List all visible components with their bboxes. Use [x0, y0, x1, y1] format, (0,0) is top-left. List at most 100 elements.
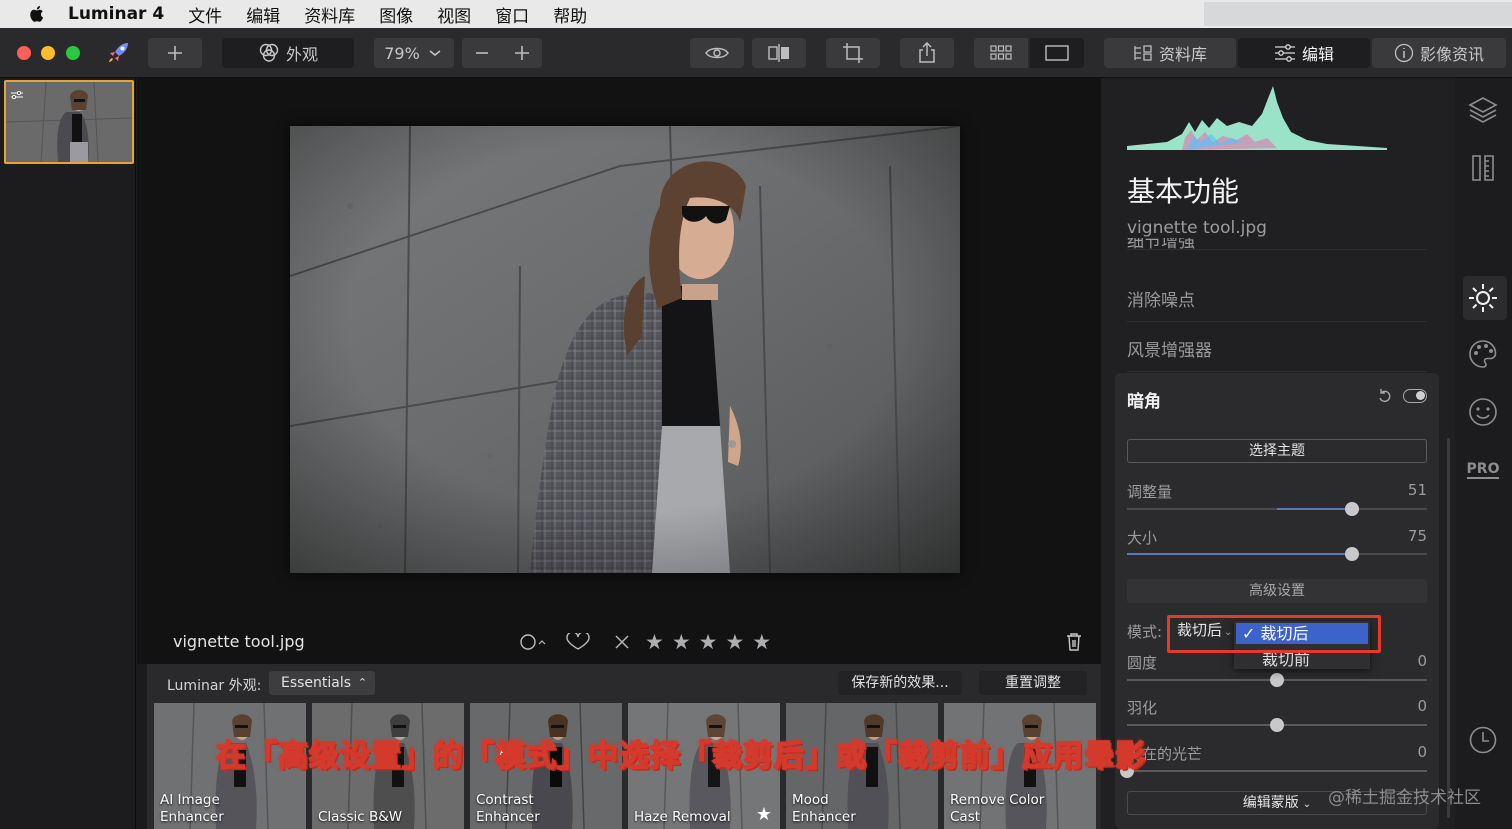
select-subject-button[interactable]: 选择主题 [1127, 439, 1427, 463]
flag-circle-icon[interactable] [519, 633, 549, 651]
portrait-face-icon[interactable] [1467, 396, 1499, 428]
share-icon [919, 42, 935, 63]
share-button[interactable] [900, 38, 954, 68]
macos-menubar: Luminar 4 文件 编辑 资料库 图像 视图 窗口 帮助 [0, 0, 1512, 28]
watermark: @稀土掘金技术社区 [1328, 788, 1481, 808]
star-4[interactable]: ★ [725, 630, 744, 654]
star-5[interactable]: ★ [752, 630, 771, 654]
inner-light-slider[interactable] [1120, 764, 1427, 778]
tool-denoise[interactable]: 消除噪点 [1127, 286, 1427, 322]
reset-icon[interactable] [1377, 388, 1393, 404]
star-2[interactable]: ★ [672, 630, 691, 654]
add-photos-button[interactable] [148, 38, 202, 68]
zoom-out-icon[interactable] [474, 45, 490, 61]
star-3[interactable]: ★ [699, 630, 718, 654]
zoom-controls [462, 38, 542, 68]
favorite-star-icon[interactable]: ★ [756, 804, 772, 825]
pro-label: PRO [1466, 461, 1500, 479]
preset-label: AI Image Enhancer [160, 792, 224, 825]
presets-header: Luminar 外观: Essentials ⌃ 保存新的效果... 重置调整 [147, 664, 1101, 702]
plus-icon [168, 46, 182, 60]
single-image-icon [1045, 45, 1069, 61]
compare-button[interactable] [752, 38, 806, 68]
tab-library-label: 资料库 [1158, 45, 1207, 64]
histogram [1127, 86, 1387, 150]
panel-scrollbar[interactable] [1447, 438, 1450, 818]
menu-file[interactable]: 文件 [188, 2, 222, 27]
gallery-view-button[interactable] [974, 38, 1028, 68]
presets-category-dropdown[interactable]: Essentials ⌃ [269, 671, 376, 695]
filmstrip [0, 78, 136, 829]
amount-slider[interactable] [1127, 502, 1427, 516]
panel-title: 基本功能 [1127, 175, 1240, 208]
menu-view[interactable]: 视图 [437, 2, 471, 27]
menu-window[interactable]: 窗口 [495, 2, 529, 27]
info-icon [1394, 43, 1414, 63]
size-slider-knob[interactable] [1345, 547, 1359, 561]
reset-adjustments-button[interactable]: 重置调整 [979, 671, 1087, 695]
roundness-slider-knob[interactable] [1270, 673, 1284, 687]
image-filename: vignette tool.jpg [173, 632, 305, 651]
star-1[interactable]: ★ [645, 630, 664, 654]
save-look-button[interactable]: 保存新的效果... [838, 671, 962, 695]
feather-label: 羽化 [1127, 699, 1158, 717]
zoom-dropdown[interactable]: 79% [374, 38, 454, 68]
chevron-down-icon [429, 50, 441, 56]
size-label: 大小 [1127, 529, 1158, 547]
main-photo[interactable] [290, 126, 960, 573]
toolbar: 外观 79% 资料库 编辑 影像资讯 [0, 28, 1512, 78]
trash-icon[interactable] [1065, 632, 1083, 652]
toggle-switch[interactable] [1403, 389, 1427, 403]
tutorial-caption: 在「高级设置」的「模式」中选择「裁剪后」或「裁剪前」应用晕影 [215, 738, 1146, 775]
panel-filename: vignette tool.jpg [1127, 218, 1267, 238]
compare-icon [768, 44, 789, 62]
roundness-slider[interactable] [1127, 673, 1427, 687]
feather-slider[interactable] [1127, 718, 1427, 732]
crop-button[interactable] [826, 38, 880, 68]
sun-icon[interactable] [1467, 282, 1499, 314]
zoom-window-button[interactable] [66, 46, 80, 60]
close-window-button[interactable] [17, 46, 31, 60]
presets-category-value: Essentials [281, 675, 352, 691]
edit-mask-label: 编辑蒙版 [1242, 795, 1299, 811]
tab-library[interactable]: 资料库 [1104, 38, 1236, 68]
chevron-down-icon: ⌄ [1302, 799, 1312, 810]
heart-icon[interactable] [563, 633, 593, 651]
tool-landscape-enhancer[interactable]: 风景增强器 [1127, 336, 1427, 372]
feather-value: 0 [1417, 697, 1427, 715]
photo-thumbnail[interactable] [4, 80, 134, 164]
luminar-window: Luminar 4 文件 编辑 资料库 图像 视图 窗口 帮助 外观 79% 资… [0, 0, 1512, 829]
looks-label: 外观 [285, 45, 318, 64]
looks-button[interactable]: 外观 [222, 38, 354, 68]
apple-icon[interactable] [26, 3, 48, 25]
tab-info[interactable]: 影像资讯 [1372, 38, 1506, 68]
history-clock-icon[interactable] [1467, 724, 1499, 756]
size-slider[interactable] [1127, 547, 1427, 561]
tool-details-enhancer[interactable]: 细节增强 [1127, 238, 1427, 250]
pro-tools-icon[interactable]: PRO [1466, 454, 1500, 486]
minimize-window-button[interactable] [41, 46, 55, 60]
menu-edit[interactable]: 编辑 [246, 2, 280, 27]
tab-edit[interactable]: 编辑 [1238, 38, 1370, 68]
advanced-settings-button[interactable]: 高级设置 [1127, 579, 1427, 603]
palette-icon[interactable] [1467, 338, 1499, 370]
menu-library[interactable]: 资料库 [304, 2, 355, 27]
reject-x-icon[interactable] [607, 633, 637, 651]
layers-icon[interactable] [1467, 94, 1499, 126]
library-icon [1134, 45, 1152, 61]
preset-label: Mood Enhancer [792, 792, 856, 825]
single-view-button[interactable] [1030, 38, 1084, 68]
zoom-in-icon[interactable] [514, 45, 530, 61]
menu-help[interactable]: 帮助 [553, 2, 587, 27]
canvas-tools-icon[interactable] [1467, 152, 1499, 184]
rocket-icon[interactable] [106, 41, 132, 69]
preview-toggle-button[interactable] [690, 38, 744, 68]
vignette-title: 暗角 [1127, 392, 1161, 412]
menu-image[interactable]: 图像 [379, 2, 413, 27]
amount-slider-knob[interactable] [1345, 502, 1359, 516]
presets-label: Luminar 外观: [167, 678, 262, 694]
amount-slider-fill [1277, 508, 1352, 510]
feather-slider-knob[interactable] [1270, 718, 1284, 732]
image-info-bar: vignette tool.jpg ★ ★ ★ ★ ★ [137, 620, 1101, 664]
app-name[interactable]: Luminar 4 [68, 4, 164, 24]
